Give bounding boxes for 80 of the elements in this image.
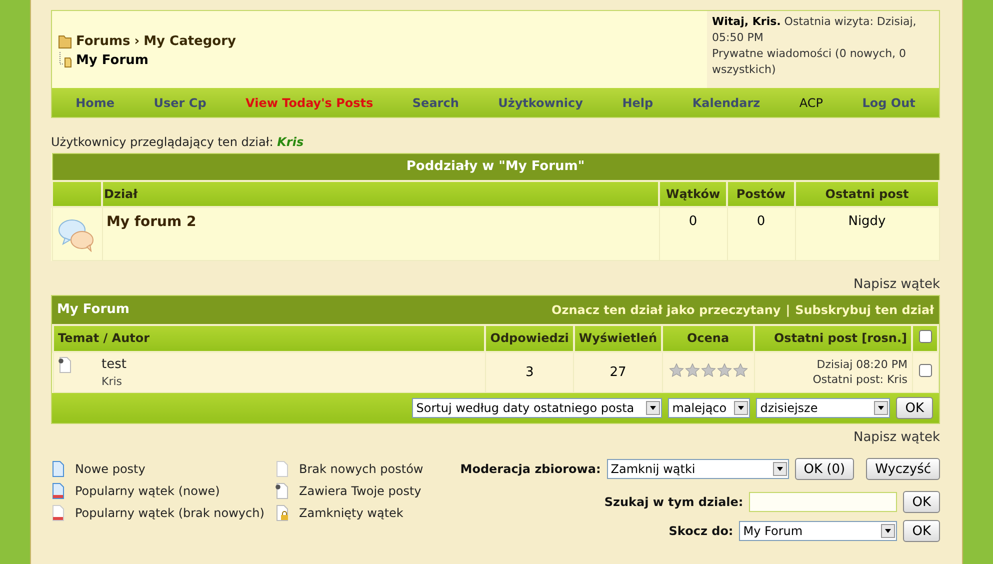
star-icon <box>668 362 684 378</box>
clear-button[interactable]: Wyczyść <box>866 458 940 480</box>
search-label: Szukaj w tym dziale: <box>604 495 744 509</box>
select-all-checkbox[interactable] <box>918 330 932 343</box>
thread-author: Kris <box>102 374 124 388</box>
viewers-text: Użytkownicy przeglądający ten dział: Kris <box>51 135 305 151</box>
nav-link[interactable]: User Cp <box>154 96 206 110</box>
thread-checkbox[interactable] <box>918 364 932 377</box>
private-messages-link[interactable]: Prywatne wiadomości (0 nowych, 0 wszystkich) <box>712 46 934 78</box>
new-thread-link[interactable]: Napisz wątek <box>51 276 940 294</box>
new-posts-icon <box>51 461 65 477</box>
caret-icon <box>874 401 888 415</box>
nav-link[interactable]: Help <box>622 96 654 110</box>
breadcrumb-link[interactable]: My Category <box>144 34 236 48</box>
new-thread-link[interactable]: Napisz wątek <box>51 430 940 448</box>
column-header: Ostatni post [rosn.] <box>754 324 912 352</box>
table-cell: Nigdy <box>795 206 939 260</box>
thread-title-link[interactable]: test <box>102 356 126 372</box>
column-header: Wątków <box>659 180 727 206</box>
sort-field-select[interactable]: Sortuj według daty ostatniego posta <box>412 398 662 418</box>
jump-select[interactable]: My Forum <box>739 521 898 541</box>
sort-order-select[interactable]: malejąco <box>668 398 750 418</box>
search-field[interactable] <box>749 492 898 512</box>
table-cell: 0 <box>727 206 795 260</box>
legend-label: Zamknięty wątek <box>299 506 404 520</box>
tree-branch-icon <box>58 52 72 68</box>
document-icon <box>275 461 289 477</box>
link-separator: | <box>786 302 790 316</box>
forum-title: My Forum <box>57 302 130 317</box>
current-forum-title: My Forum <box>76 52 148 68</box>
document-icon <box>275 483 289 499</box>
column-header: Wyświetleń <box>574 324 662 352</box>
table-cell: 0 <box>659 206 727 260</box>
jump-label: Skocz do: <box>668 524 734 538</box>
breadcrumb-separator: › <box>134 34 140 48</box>
breadcrumb-link[interactable]: Forums <box>76 34 130 48</box>
nav-link[interactable]: Użytkownicy <box>498 96 583 110</box>
nav-link[interactable]: ACP <box>799 96 823 110</box>
last-post-date: Dzisiaj 08:20 PM <box>816 357 908 372</box>
nav-link[interactable]: Home <box>76 96 115 110</box>
nav-link[interactable]: Kalendarz <box>692 96 760 110</box>
legend-label: Nowe posty <box>75 462 146 476</box>
star-icon <box>716 362 732 378</box>
star-icon <box>700 362 716 378</box>
ok-button[interactable]: OK <box>903 520 940 542</box>
document-icon <box>58 356 72 373</box>
legend-label: Popularny wątek (brak nowych) <box>75 506 264 520</box>
caret-icon <box>646 401 660 415</box>
legend-label: Popularny wątek (nowe) <box>75 484 220 498</box>
nav-link[interactable]: Search <box>412 96 459 110</box>
locked-document-icon <box>275 505 289 521</box>
subforum-link[interactable]: My forum 2 <box>102 206 659 260</box>
hot-thread-icon <box>51 505 65 521</box>
column-header: Odpowiedzi <box>485 324 574 352</box>
ok-button[interactable]: OK <box>903 491 940 513</box>
time-range-select[interactable]: dzisiejsze <box>756 398 890 418</box>
column-header: Postów <box>727 180 795 206</box>
hot-thread-icon <box>51 483 65 499</box>
nav-link[interactable]: Log Out <box>862 96 916 110</box>
column-header: Dział <box>102 180 659 206</box>
legend-label: Brak nowych postów <box>299 462 424 476</box>
folder-icon <box>58 33 72 49</box>
caret-icon <box>734 401 748 415</box>
column-header: Ostatni post <box>795 180 939 206</box>
legend-label: Zawiera Twoje posty <box>299 484 422 498</box>
ok-button[interactable]: OK <box>896 397 933 419</box>
view-count: 27 <box>574 352 662 392</box>
welcome-text: Witaj, Kris. Ostatnia wizyta: Dzisiaj, 05:50 PM <box>712 14 918 46</box>
moderation-label: Moderacja zbiorowa: <box>460 462 601 476</box>
caret-icon <box>772 462 787 476</box>
star-icon <box>732 362 748 378</box>
reply-count: 3 <box>485 352 574 392</box>
column-header: Ocena <box>662 324 754 352</box>
column-header: Temat / Autor <box>53 324 486 352</box>
star-icon <box>684 362 700 378</box>
moderation-select[interactable]: Zamknij wątki <box>606 459 789 479</box>
table-title-bar: Poddziały w "My Forum" <box>52 154 939 180</box>
last-post-author: Ostatni post: Kris <box>812 372 908 388</box>
ok-button[interactable]: OK (0) <box>794 458 854 480</box>
caret-icon <box>881 524 896 538</box>
